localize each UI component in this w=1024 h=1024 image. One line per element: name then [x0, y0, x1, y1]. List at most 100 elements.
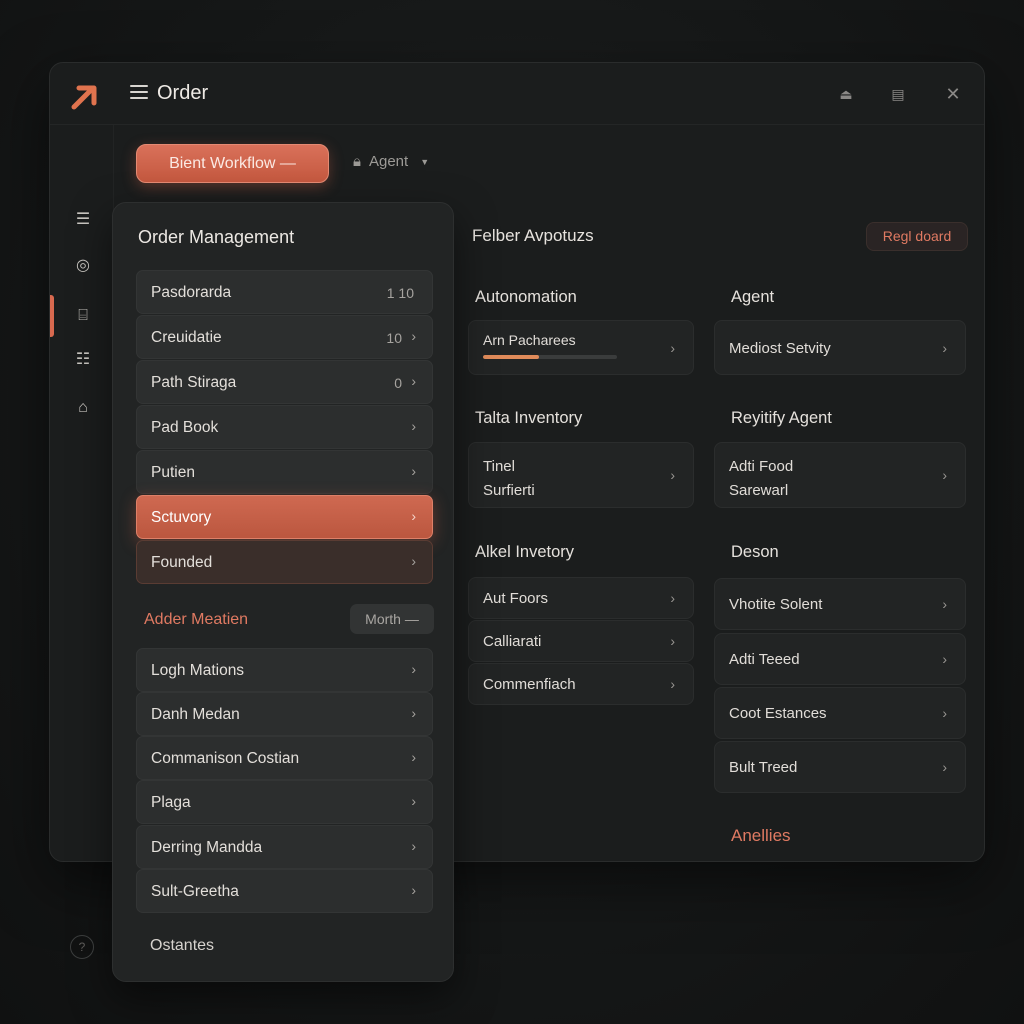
right-panel-title: Felber Avpotuzs — [472, 226, 594, 245]
reyitify-agent-title: Reyitify Agent — [731, 409, 832, 427]
anellies-link[interactable]: Anellies — [731, 826, 791, 846]
card-line-1: Tinel — [483, 458, 515, 475]
list-item-label: Derring Mandda — [151, 839, 263, 856]
autonomation-card[interactable]: Arn Pacharees › — [468, 320, 694, 375]
list-item-label: Pad Book — [151, 419, 219, 436]
list-item-label: Pasdorarda — [151, 284, 232, 301]
list-item-label: Logh Mations — [151, 662, 245, 679]
chevron-right-icon: › — [670, 467, 675, 483]
chevron-right-icon: › — [411, 328, 416, 344]
list-icon[interactable]: ☰ — [70, 207, 96, 233]
deson-card-1[interactable]: Vhotite Solent › — [714, 578, 966, 630]
chevron-right-icon: › — [411, 749, 416, 765]
dashboard-button[interactable]: Regl doard — [866, 222, 968, 251]
deson-card-4[interactable]: Bult Treed › — [714, 741, 966, 793]
list-item[interactable]: Danh Medan › — [136, 692, 433, 736]
list-item[interactable]: Pad Book › — [136, 405, 433, 449]
chevron-right-icon: › — [942, 339, 947, 356]
card-line-2: Surfierti — [483, 482, 535, 499]
card-label: Aut Foors — [483, 590, 549, 607]
talta-inventory-title: Talta Inventory — [475, 409, 583, 427]
chevron-right-icon: › — [670, 676, 675, 692]
reyitify-agent-card[interactable]: Adti Food Sarewarl › — [714, 442, 966, 508]
deson-card-3[interactable]: Coot Estances › — [714, 687, 966, 739]
list-item-selected[interactable]: Sctuvory › — [136, 495, 433, 539]
card-label: Arn Pacharees — [483, 332, 576, 348]
workflow-button[interactable]: Bient Workflow — — [136, 144, 329, 183]
chevron-right-icon: › — [942, 651, 947, 667]
home-icon[interactable]: ⌂ — [70, 395, 96, 421]
agent-card[interactable]: Mediost Setvity › — [714, 320, 966, 375]
lock-icon: 🔒︎ — [353, 153, 361, 170]
list-item[interactable]: Putien › — [136, 450, 433, 494]
chevron-right-icon: › — [942, 596, 947, 612]
list-item[interactable]: Logh Mations › — [136, 648, 433, 692]
progress-bar — [483, 355, 617, 359]
chevron-right-icon: › — [411, 793, 416, 809]
list-item-label: Commanison Costian — [151, 750, 300, 767]
card-label: Commenfiach — [483, 676, 576, 693]
chevron-right-icon: › — [411, 508, 416, 524]
chevron-right-icon: › — [411, 661, 416, 677]
list-item-label: Danh Medan — [151, 706, 240, 723]
list-item[interactable]: Path Stiraga 0 › — [136, 360, 433, 404]
chevron-right-icon: › — [411, 705, 416, 721]
alkel-card-3[interactable]: Commenfiach › — [468, 663, 694, 705]
autonomation-title: Autonomation — [475, 288, 577, 306]
list-item[interactable]: Creuidatie 10 › — [136, 315, 433, 359]
app-logo-arrow-icon — [71, 85, 97, 110]
card-label: Bult Treed — [729, 759, 798, 776]
minimize-icon[interactable]: ▤ — [887, 83, 909, 105]
card-line-2: Sarewarl — [729, 482, 789, 499]
chevron-down-icon: ▼ — [420, 156, 430, 167]
list-item[interactable]: Derring Mandda › — [136, 825, 433, 869]
list-item-label: Creuidatie — [151, 329, 222, 346]
card-label: Vhotite Solent — [729, 596, 823, 613]
alkel-card-2[interactable]: Calliarati › — [468, 620, 694, 662]
ostantes-item[interactable]: Ostantes — [150, 937, 214, 955]
chevron-right-icon: › — [411, 838, 416, 854]
chevron-right-icon: › — [670, 633, 675, 649]
chevron-right-icon: › — [411, 373, 416, 389]
list-item-label: Sult-Greetha — [151, 883, 239, 900]
help-icon[interactable]: ? — [70, 935, 94, 959]
stack-icon[interactable]: ☷ — [70, 347, 96, 373]
pin-icon[interactable]: ⏏ — [835, 83, 857, 105]
talta-inventory-card[interactable]: Tinel Surfierti › — [468, 442, 694, 508]
chevron-right-icon: › — [942, 759, 947, 775]
menu-icon[interactable] — [130, 85, 148, 101]
card-label: Coot Estances — [729, 705, 827, 722]
card-label: Tinel Surfierti — [483, 455, 535, 503]
agent-title: Agent — [731, 288, 775, 306]
list-item-count: 0 — [394, 375, 402, 391]
card-label: Mediost Setvity — [729, 340, 831, 357]
list-item-label: Path Stiraga — [151, 374, 237, 391]
rail-active-indicator — [50, 295, 54, 337]
chevron-right-icon: › — [670, 590, 675, 606]
chevron-right-icon: › — [670, 339, 675, 356]
list-item[interactable]: Founded › — [136, 540, 433, 584]
list-item-count: 1 10 — [386, 285, 414, 301]
title-bar: Order ⏏ ▤ ✕ — [50, 63, 984, 125]
deson-card-2[interactable]: Adti Teeed › — [714, 633, 966, 685]
list-item[interactable]: Sult-Greetha › — [136, 869, 433, 913]
icon-rail: ☰ ◎ ⌸ ☷ ⌂ — [50, 125, 114, 861]
list-item[interactable]: Plaga › — [136, 780, 433, 824]
chevron-right-icon: › — [411, 553, 416, 569]
page-title: Order — [157, 82, 209, 104]
chat-icon[interactable]: ◎ — [70, 253, 96, 279]
alkel-card-1[interactable]: Aut Foors › — [468, 577, 694, 619]
month-select[interactable]: Morth — — [350, 604, 434, 634]
list-item[interactable]: Commanison Costian › — [136, 736, 433, 780]
progress-fill — [483, 355, 540, 359]
list-item-label: Plaga — [151, 794, 191, 811]
agent-select[interactable]: 🔒︎ Agent ▼ — [353, 153, 429, 170]
book-icon[interactable]: ⌸ — [70, 303, 96, 329]
list-item-label: Sctuvory — [151, 509, 212, 526]
list-item[interactable]: Pasdorarda 1 10 — [136, 270, 433, 314]
chevron-right-icon: › — [411, 463, 416, 479]
close-icon[interactable]: ✕ — [942, 83, 964, 105]
order-management-panel: Order Management Pasdorarda 1 10 Creuida… — [112, 202, 454, 982]
card-line-1: Adti Food — [729, 458, 794, 475]
card-label: Adti Food Sarewarl — [729, 455, 793, 503]
